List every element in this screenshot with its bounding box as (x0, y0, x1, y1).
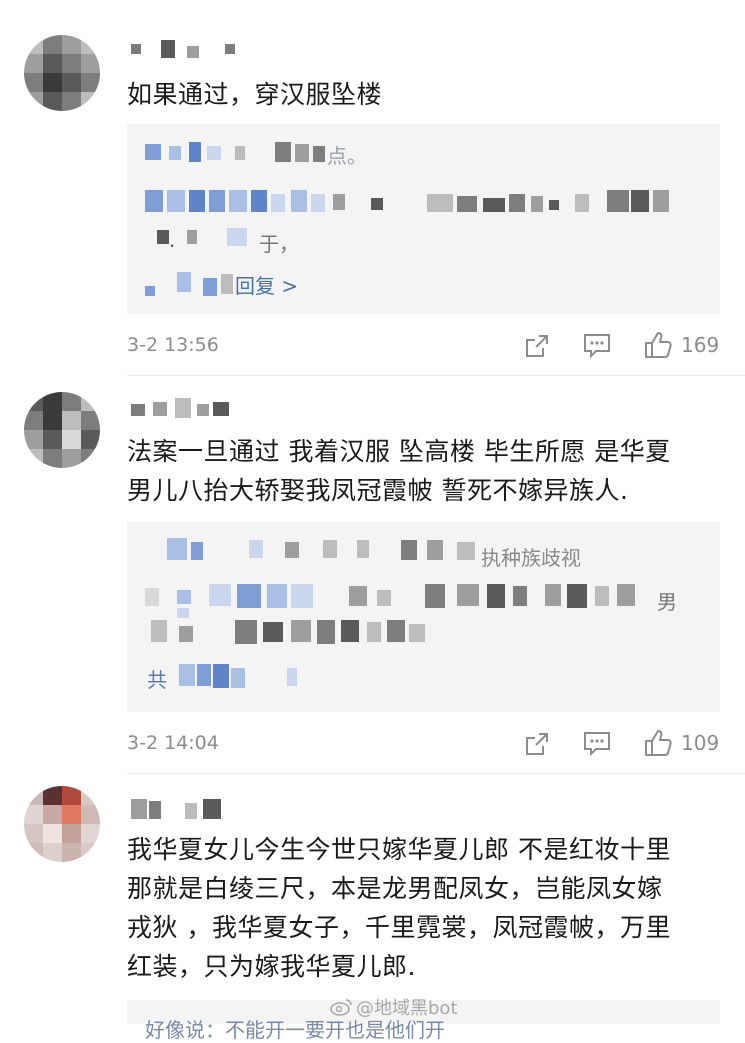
avatar[interactable] (24, 35, 100, 111)
comment-button[interactable] (582, 332, 612, 360)
username-blurred[interactable] (127, 398, 237, 420)
comment-text: 如果通过，穿汉服坠楼 (127, 80, 383, 109)
share-button[interactable] (523, 730, 551, 758)
weibo-logo-icon (330, 999, 352, 1016)
comment-divider (127, 375, 745, 376)
watermark: @地域黑bot (330, 994, 458, 1020)
like-button[interactable]: 169 (643, 330, 719, 360)
reply-fragment: 于， (259, 232, 299, 256)
view-replies-link[interactable]: 回复 > (235, 270, 298, 299)
like-count: 109 (681, 731, 720, 755)
comment-button[interactable] (582, 730, 612, 758)
avatar[interactable] (24, 392, 100, 468)
thumbs-up-icon (645, 332, 672, 358)
like-count: 169 (681, 333, 720, 357)
reply-fragment: . (169, 228, 176, 252)
comment-timestamp: 3-2 13:56 (127, 334, 219, 356)
reply-fragment: 执种族歧视 (481, 546, 581, 570)
reply-fragment: 共 (147, 668, 167, 692)
comment-icon (584, 732, 610, 757)
username-blurred[interactable] (127, 797, 227, 821)
comment-text: 我华夏女儿今生今世只嫁华夏儿郎 不是红妆十里 那就是白绫三尺，本是龙男配凤女，岂… (127, 835, 671, 981)
share-icon (526, 335, 548, 357)
reply-preview[interactable]: 点。 . 于， 回复 > (127, 124, 720, 314)
reply-fragment: 男 (657, 590, 677, 614)
comment-timestamp: 3-2 14:04 (127, 732, 219, 754)
like-button[interactable]: 109 (643, 728, 719, 758)
reply-fragment: 点。 (327, 144, 367, 168)
username-blurred[interactable] (127, 40, 247, 60)
avatar[interactable] (24, 786, 100, 862)
watermark-text: @地域黑bot (356, 998, 458, 1019)
share-icon (526, 733, 548, 755)
reply-preview[interactable]: 执种族歧视 男 共 (127, 522, 720, 712)
thumbs-up-icon (645, 730, 672, 756)
comment-icon (584, 334, 610, 359)
comment-text: 法案一旦通过 我着汉服 坠高楼 毕生所愿 是华夏 男儿八抬大轿娶我凤冠霞帔 誓死… (127, 437, 671, 505)
comment-divider (127, 773, 745, 774)
share-button[interactable] (523, 332, 551, 360)
